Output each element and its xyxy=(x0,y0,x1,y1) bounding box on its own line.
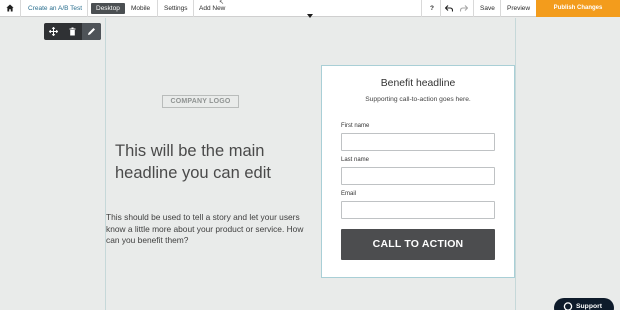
help-button[interactable]: ? xyxy=(428,0,436,17)
form-subtitle[interactable]: Supporting call-to-action goes here. xyxy=(322,96,514,103)
canvas-guide-left xyxy=(105,18,106,310)
toolbar-divider xyxy=(157,0,158,17)
last-name-label: Last name xyxy=(341,157,370,163)
create-ab-test-link[interactable]: Create an A/B Test xyxy=(28,0,82,17)
email-label: Email xyxy=(341,191,357,197)
toolbar-divider xyxy=(193,0,194,17)
move-element-button[interactable] xyxy=(44,23,63,40)
home-icon xyxy=(6,4,14,12)
preview-button[interactable]: Preview xyxy=(507,0,530,17)
pencil-icon xyxy=(88,28,95,35)
undo-button[interactable] xyxy=(444,0,454,17)
redo-icon xyxy=(460,5,468,12)
first-name-field[interactable] xyxy=(341,133,495,151)
toolbar-divider xyxy=(500,0,501,17)
home-button[interactable] xyxy=(0,0,20,17)
body-text[interactable]: This should be used to tell a story and … xyxy=(106,212,306,247)
edit-element-button[interactable] xyxy=(82,23,101,40)
delete-element-button[interactable] xyxy=(63,23,82,40)
caret-down-icon xyxy=(307,14,313,18)
last-name-field[interactable] xyxy=(341,167,495,185)
element-edit-toolbar xyxy=(44,23,101,40)
save-button[interactable]: Save xyxy=(480,0,495,17)
undo-icon xyxy=(445,5,453,12)
toolbar-divider xyxy=(473,0,474,17)
redo-button[interactable] xyxy=(459,0,469,17)
mouse-cursor-icon: ↖ xyxy=(219,0,225,6)
settings-button[interactable]: Settings xyxy=(164,0,188,17)
call-to-action-button[interactable]: CALL TO ACTION xyxy=(341,229,495,260)
tab-desktop[interactable]: Desktop xyxy=(91,3,125,14)
main-headline[interactable]: This will be the main headline you can e… xyxy=(115,140,315,184)
toolbar-divider xyxy=(20,0,21,17)
support-button[interactable]: Support xyxy=(554,298,614,310)
first-name-label: First name xyxy=(341,123,370,129)
chat-icon xyxy=(563,302,573,310)
toolbar-divider xyxy=(87,0,88,17)
move-icon xyxy=(49,27,58,36)
canvas-guide-right xyxy=(515,18,516,310)
publish-changes-button[interactable]: Publish Changes xyxy=(536,0,620,17)
toolbar-divider xyxy=(421,0,422,17)
toolbar-divider xyxy=(440,0,441,17)
email-field[interactable] xyxy=(341,201,495,219)
company-logo-placeholder[interactable]: COMPANY LOGO xyxy=(162,95,239,108)
lead-form: Benefit headline Supporting call-to-acti… xyxy=(321,65,515,278)
trash-icon xyxy=(69,27,76,36)
support-label: Support xyxy=(576,303,603,310)
tab-mobile[interactable]: Mobile xyxy=(131,0,150,17)
form-title[interactable]: Benefit headline xyxy=(322,78,514,89)
